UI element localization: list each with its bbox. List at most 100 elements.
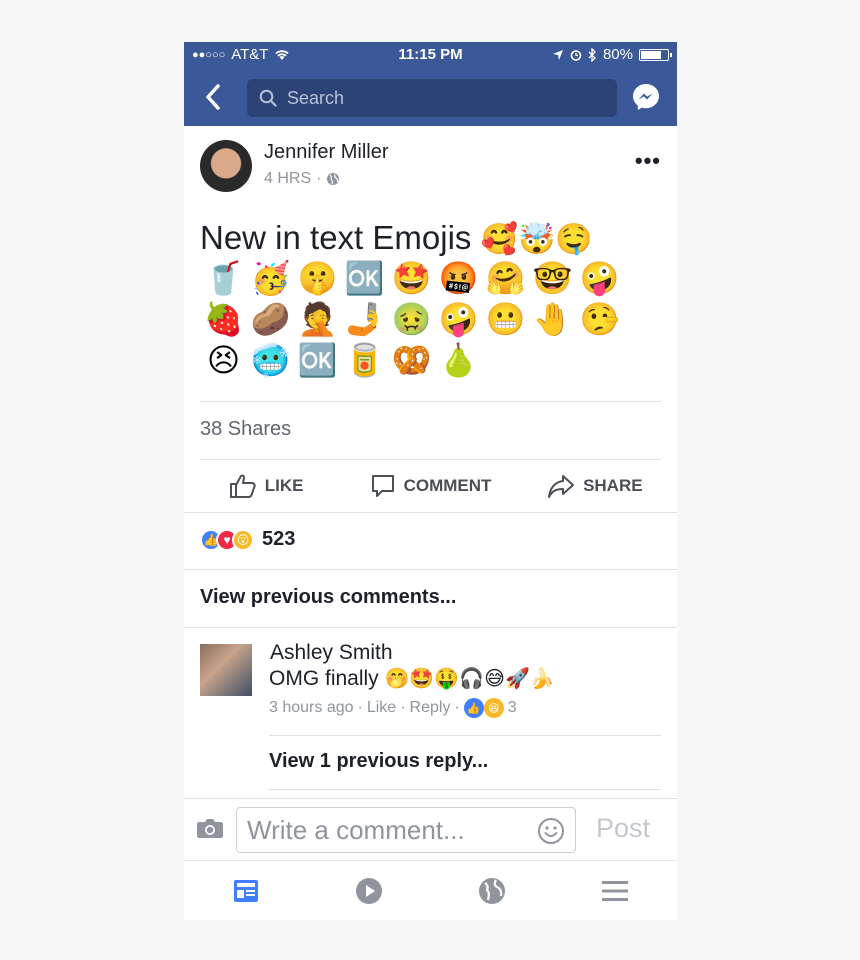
emoji: 🤪 bbox=[438, 300, 479, 338]
post-author[interactable]: Jennifer Miller bbox=[264, 141, 388, 164]
comment-reply-link[interactable]: Reply bbox=[410, 699, 451, 717]
meta-separator: · bbox=[316, 170, 322, 187]
emoji: 🥳 bbox=[250, 259, 291, 297]
post-header: Jennifer Miller 4 HRS · ••• bbox=[184, 138, 677, 198]
battery-percent: 80% bbox=[602, 46, 633, 63]
emoji: 🤳 bbox=[344, 300, 385, 338]
comment-like-link[interactable]: Like bbox=[367, 699, 396, 717]
news-feed-icon bbox=[233, 880, 258, 902]
comment-composer: Post bbox=[184, 798, 677, 861]
divider bbox=[200, 401, 661, 402]
meta-separator: · bbox=[357, 699, 363, 716]
emoji: 😣 bbox=[206, 341, 241, 379]
reaction-count: 523 bbox=[262, 528, 296, 550]
thumbs-up-icon bbox=[229, 474, 256, 498]
comment-reaction-count[interactable]: 3 bbox=[508, 699, 517, 717]
comment-author[interactable]: Ashley Smith bbox=[270, 641, 393, 665]
share-button[interactable]: SHARE bbox=[513, 460, 677, 512]
search-input[interactable] bbox=[285, 86, 589, 110]
tab-globe[interactable] bbox=[431, 861, 554, 920]
haha-reaction-icon: 😆 bbox=[483, 698, 504, 718]
emoji: 🤩 bbox=[391, 259, 432, 297]
messenger-icon bbox=[633, 84, 659, 110]
chevron-left-icon bbox=[206, 84, 220, 110]
menu-icon bbox=[602, 881, 629, 901]
emoji: 🤓 bbox=[532, 259, 573, 297]
location-arrow-icon bbox=[552, 49, 563, 60]
divider bbox=[184, 627, 677, 628]
camera-icon[interactable] bbox=[196, 817, 224, 839]
comment-label: COMMENT bbox=[403, 476, 492, 495]
emoji: 🆗 bbox=[297, 341, 338, 379]
like-label: LIKE bbox=[264, 476, 304, 495]
alarm-icon bbox=[570, 49, 582, 61]
emoji: 🥤 bbox=[203, 259, 244, 297]
wow-reaction-icon: 😮 bbox=[232, 528, 254, 551]
like-button[interactable]: LIKE bbox=[184, 460, 348, 512]
status-right: 80% bbox=[552, 46, 672, 63]
tab-video[interactable] bbox=[307, 861, 430, 920]
battery-fill bbox=[641, 50, 662, 59]
emoji: 🤦 bbox=[297, 300, 338, 338]
battery-icon bbox=[639, 48, 672, 61]
search-icon bbox=[259, 89, 277, 107]
post-text-label: New in text Emojis bbox=[200, 219, 472, 256]
emoji: 🤫 bbox=[297, 259, 338, 297]
comment-field[interactable] bbox=[236, 807, 576, 853]
divider bbox=[269, 735, 661, 736]
bottom-tab-bar bbox=[184, 860, 677, 920]
comment-body: OMG finally bbox=[269, 667, 379, 690]
facebook-app: ●●○○○ AT&T 11:15 PM 80% Search Jennifer … bbox=[184, 42, 677, 920]
tab-news-feed[interactable] bbox=[184, 861, 307, 920]
divider bbox=[269, 789, 661, 790]
emoji: 🤪 bbox=[579, 259, 620, 297]
emoji: 🍐 bbox=[438, 341, 479, 379]
emoji: 🥶 bbox=[250, 341, 291, 379]
emoji: 🤬 bbox=[438, 259, 479, 297]
video-icon bbox=[355, 878, 382, 904]
app-header: ●●○○○ AT&T 11:15 PM 80% bbox=[184, 42, 677, 126]
post-meta: 4 HRS · bbox=[264, 170, 340, 188]
search-bar[interactable] bbox=[247, 79, 617, 117]
bluetooth-icon bbox=[588, 47, 596, 62]
comment-input[interactable] bbox=[237, 813, 534, 847]
post-button[interactable]: Post bbox=[596, 813, 650, 844]
comment-text: OMG finally 🤭🤩🤑🎧😅🚀🍌 bbox=[269, 666, 555, 691]
comment-meta: 3 hours ago · Like · Reply · 👍 😆 3 bbox=[269, 698, 517, 718]
back-button[interactable] bbox=[198, 82, 228, 112]
comment-time: 3 hours ago bbox=[269, 699, 354, 716]
emoji: 🆗 bbox=[344, 259, 385, 297]
emoji: 🥫 bbox=[344, 341, 385, 379]
avatar[interactable] bbox=[200, 644, 252, 696]
avatar[interactable] bbox=[200, 140, 252, 192]
emoji: 🥨 bbox=[391, 341, 432, 379]
messenger-button[interactable] bbox=[631, 82, 661, 112]
meta-separator: · bbox=[400, 699, 406, 716]
globe-icon bbox=[479, 878, 506, 904]
globe-icon bbox=[327, 173, 340, 185]
emoji: 😬 bbox=[485, 300, 526, 338]
post-actions: LIKE COMMENT SHARE bbox=[184, 460, 677, 512]
view-previous-reply[interactable]: View 1 previous reply... bbox=[269, 750, 488, 773]
meta-separator: · bbox=[454, 699, 460, 716]
more-options-button[interactable]: ••• bbox=[635, 148, 661, 174]
view-previous-comments[interactable]: View previous comments... bbox=[200, 586, 456, 609]
reactions-summary[interactable]: 👍 ♥ 😮 523 bbox=[200, 528, 295, 551]
nav-row bbox=[184, 76, 677, 120]
tab-menu[interactable] bbox=[554, 861, 677, 920]
share-arrow-icon bbox=[548, 475, 575, 498]
post-text: New in text Emojis 🥰🤯🤤 bbox=[200, 220, 660, 258]
emoji: 🍓 bbox=[203, 300, 244, 338]
share-label: SHARE bbox=[583, 476, 643, 495]
emoji: 🤥 bbox=[579, 300, 620, 338]
emoji-picker-icon[interactable] bbox=[537, 817, 565, 845]
comment-bubble-icon bbox=[371, 475, 394, 497]
emoji-grid: 🥤 🥳 🤫 🆗 🤩 🤬 🤗 🤓 🤪 🍓 🥔 🤦 🤳 🤢 🤪 😬 🤚 🤥 😣 🥶 🆗 🥫 🥨 🍐 bbox=[200, 258, 640, 381]
post-title-emojis: 🥰🤯🤤 bbox=[480, 222, 593, 257]
post-time[interactable]: 4 HRS bbox=[264, 170, 311, 188]
status-bar: ●●○○○ AT&T 11:15 PM 80% bbox=[184, 42, 677, 68]
comment-emojis: 🤭🤩🤑🎧😅🚀🍌 bbox=[384, 666, 555, 690]
divider bbox=[184, 569, 677, 570]
comment-button[interactable]: COMMENT bbox=[348, 460, 512, 512]
shares-count[interactable]: 38 Shares bbox=[200, 418, 291, 441]
